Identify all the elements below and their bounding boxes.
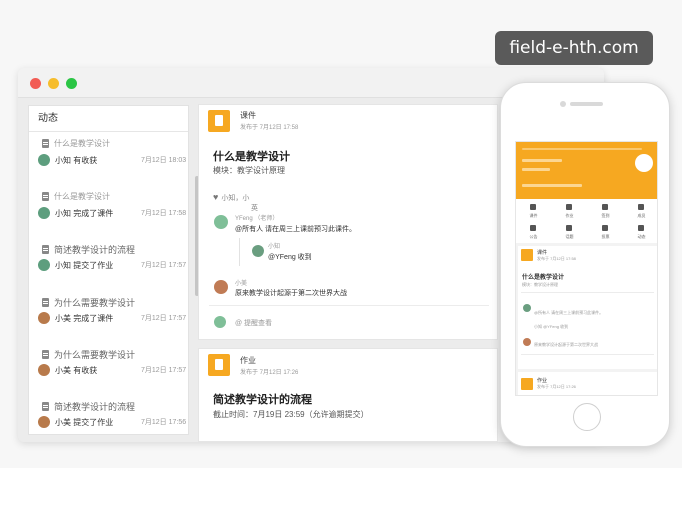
likes: ♥ 小知，小 [213, 192, 250, 202]
feed-item[interactable]: 简述教学设计的流程 小美 提交了作业 7月12日 17:56 [29, 396, 187, 442]
card-module: 模块：教学设计原理 [213, 166, 285, 175]
grid-topic[interactable]: 话题 [552, 222, 587, 242]
grid-courseware[interactable]: 课件 [516, 201, 551, 221]
feed-item[interactable]: 什么是教学设计 小知 完成了课件 7月12日 17:58 [29, 187, 187, 239]
document-icon [42, 350, 49, 359]
grid-vote[interactable]: 投票 [588, 222, 623, 242]
feed-item[interactable]: 简述教学设计的流程 小知 提交了作业 7月12日 17:57 [29, 239, 187, 291]
avatar [38, 207, 50, 219]
timestamp: 7月12日 18:03 [141, 157, 187, 164]
comment-text: @所有人 请在周三上课前预习此课件。 [235, 226, 357, 233]
card-title[interactable]: 什么是教学设计 [213, 148, 290, 164]
feed-header: 动态 [29, 106, 188, 132]
phone-homework-card[interactable]: 作业 发布于 7月12日 17:26 [518, 372, 657, 395]
grid-checkin[interactable]: 签到 [588, 201, 623, 221]
deadline: 截止时间：7月19日 23:59（允许逾期提交） [213, 410, 369, 419]
document-icon [42, 245, 49, 254]
avatar[interactable] [635, 154, 653, 172]
avatar [523, 338, 531, 346]
minimize-window-button[interactable] [48, 78, 59, 89]
card-meta: 发布于 7月12日 17:58 [240, 125, 299, 131]
grid-notice[interactable]: 公告 [516, 222, 551, 242]
phone-mockup: 课件 作业 签到 成员 公告 话题 投票 动态 课件 发布于 7月12日 17:… [500, 82, 670, 447]
avatar [38, 416, 50, 428]
phone-courseware-card[interactable]: 课件 发布于 7月12日 17:58 什么是教学设计 模块：教学设计原理 @所有… [518, 246, 657, 369]
timestamp: 7月12日 17:57 [141, 315, 187, 322]
homework-icon [521, 378, 533, 390]
remind-link[interactable]: @ 提醒查看 [235, 318, 272, 328]
speaker [570, 102, 603, 106]
phone-screen: 课件 作业 签到 成员 公告 话题 投票 动态 课件 发布于 7月12日 17:… [515, 141, 658, 396]
timestamp: 7月12日 17:57 [141, 262, 187, 269]
document-icon [42, 192, 49, 201]
courseware-card[interactable]: 课件 发布于 7月12日 17:58 什么是教学设计 模块：教学设计原理 ♥ 小知… [198, 104, 498, 340]
avatar [252, 245, 264, 257]
document-icon [42, 139, 49, 148]
home-button[interactable] [573, 403, 601, 431]
card-type: 课件 [240, 111, 256, 120]
watermark: field-e-hth.com [495, 31, 653, 65]
timestamp: 7月12日 17:58 [141, 210, 187, 217]
comment-text: @YFeng 收到 [268, 254, 312, 261]
maximize-window-button[interactable] [66, 78, 77, 89]
document-icon [42, 298, 49, 307]
avatar [214, 316, 226, 328]
grid-activity[interactable]: 动态 [624, 222, 657, 242]
camera [560, 101, 566, 107]
card-meta: 发布于 7月12日 17:26 [240, 370, 299, 376]
feed-item[interactable]: 什么是教学设计 小知 有收获 7月12日 18:03 [29, 134, 187, 186]
avatar [214, 215, 228, 229]
grid-members[interactable]: 成员 [624, 201, 657, 221]
feed-item[interactable]: 为什么需要教学设计 小美 完成了课件 7月12日 17:57 [29, 292, 187, 344]
timestamp: 7月12日 17:57 [141, 367, 187, 374]
feed-item[interactable]: 为什么需要教学设计 小美 有收获 7月12日 17:57 [29, 344, 187, 396]
reply-thread: 小知 @YFeng 收到 [239, 238, 389, 266]
avatar [38, 364, 50, 376]
avatar [523, 304, 531, 312]
card-title[interactable]: 简述教学设计的流程 [213, 391, 312, 407]
document-icon [42, 402, 49, 411]
grid-homework[interactable]: 作业 [552, 201, 587, 221]
courseware-icon [208, 110, 230, 132]
avatar [38, 154, 50, 166]
avatar [38, 312, 50, 324]
heart-icon[interactable]: ♥ [213, 192, 218, 202]
comment-text: 原来教学设计起源于第二次世界大战 [235, 290, 347, 297]
phone-feature-grid: 课件 作业 签到 成员 公告 话题 投票 动态 [516, 199, 657, 243]
homework-card[interactable]: 作业 发布于 7月12日 17:26 简述教学设计的流程 截止时间：7月19日 … [198, 348, 498, 442]
phone-header [516, 142, 657, 199]
homework-icon [208, 354, 230, 376]
close-window-button[interactable] [30, 78, 41, 89]
bottom-area [0, 468, 682, 522]
activity-feed: 动态 什么是教学设计 小知 有收获 7月12日 18:03 什么是教学设计 小知… [28, 105, 199, 435]
divider [209, 305, 489, 306]
avatar [214, 280, 228, 294]
card-type: 作业 [240, 356, 256, 365]
courseware-icon [521, 249, 533, 261]
timestamp: 7月12日 17:56 [141, 419, 187, 426]
avatar [38, 259, 50, 271]
